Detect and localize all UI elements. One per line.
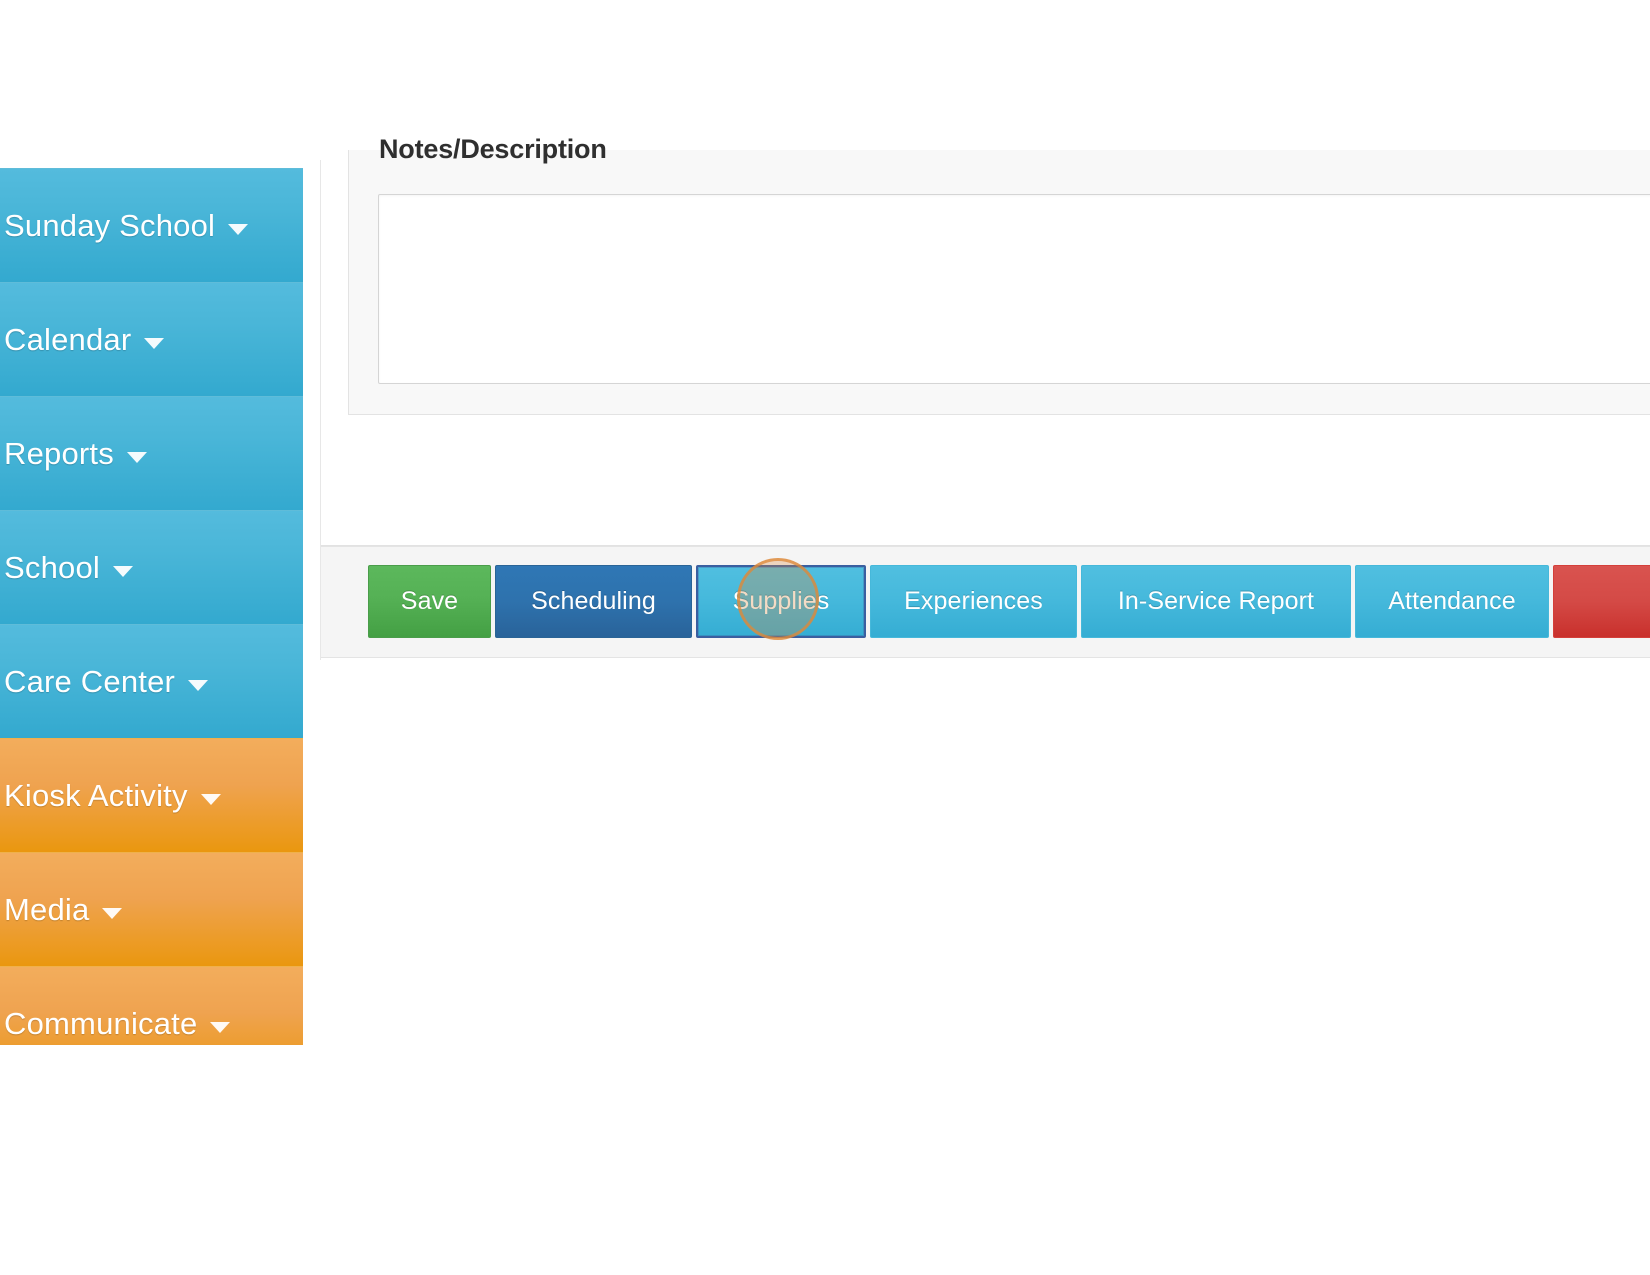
- sidebar-item-label: Calendar: [4, 321, 132, 357]
- caret-down-icon: [188, 680, 209, 691]
- caret-down-icon: [200, 794, 221, 805]
- notes-description-panel: Notes/Description: [348, 134, 1650, 415]
- sidebar-item-calendar[interactable]: Calendar: [0, 282, 303, 396]
- sidebar-item-label: Care Center: [4, 663, 176, 699]
- sidebar-item-label: Communicate: [4, 1005, 198, 1041]
- notes-description-input[interactable]: [378, 194, 1650, 384]
- notes-description-label: Notes/Description: [379, 134, 607, 164]
- sidebar-item-reports[interactable]: Reports: [0, 396, 303, 510]
- sidebar-item-label: Reports: [4, 435, 114, 471]
- sidebar-item-label: Sunday School: [4, 207, 216, 243]
- sidebar-item-school[interactable]: School: [0, 510, 303, 624]
- form-action-bar: Save Scheduling Supplies Experiences In-…: [321, 546, 1650, 658]
- caret-down-icon: [113, 566, 133, 577]
- caret-down-icon: [210, 1022, 231, 1033]
- sidebar-item-media[interactable]: Media: [0, 852, 303, 966]
- in-service-report-button[interactable]: In-Service Report: [1081, 565, 1351, 638]
- sidebar-nav: Sunday School Calendar Reports School Ca…: [0, 168, 303, 1045]
- form-body-empty-area: [321, 416, 1650, 546]
- action-button-group: Save Scheduling Supplies Experiences In-…: [368, 565, 1650, 638]
- attendance-button[interactable]: Attendance: [1355, 565, 1549, 638]
- caret-down-icon: [228, 224, 249, 235]
- sidebar-item-care-center[interactable]: Care Center: [0, 624, 303, 738]
- caret-down-icon: [144, 338, 165, 349]
- delete-button[interactable]: [1553, 565, 1650, 638]
- sidebar-item-sunday-school[interactable]: Sunday School: [0, 168, 303, 282]
- sidebar-item-label: Kiosk Activity: [4, 777, 188, 813]
- sidebar-item-label: School: [4, 549, 100, 585]
- caret-down-icon: [126, 452, 147, 463]
- scheduling-button[interactable]: Scheduling: [495, 565, 692, 638]
- experiences-button[interactable]: Experiences: [870, 565, 1077, 638]
- sidebar-item-communicate[interactable]: Communicate: [0, 966, 303, 1045]
- supplies-button[interactable]: Supplies: [696, 565, 866, 638]
- sidebar-item-kiosk-activity[interactable]: Kiosk Activity: [0, 738, 303, 852]
- save-button[interactable]: Save: [368, 565, 491, 638]
- sidebar-item-label: Media: [4, 891, 90, 927]
- caret-down-icon: [102, 908, 123, 919]
